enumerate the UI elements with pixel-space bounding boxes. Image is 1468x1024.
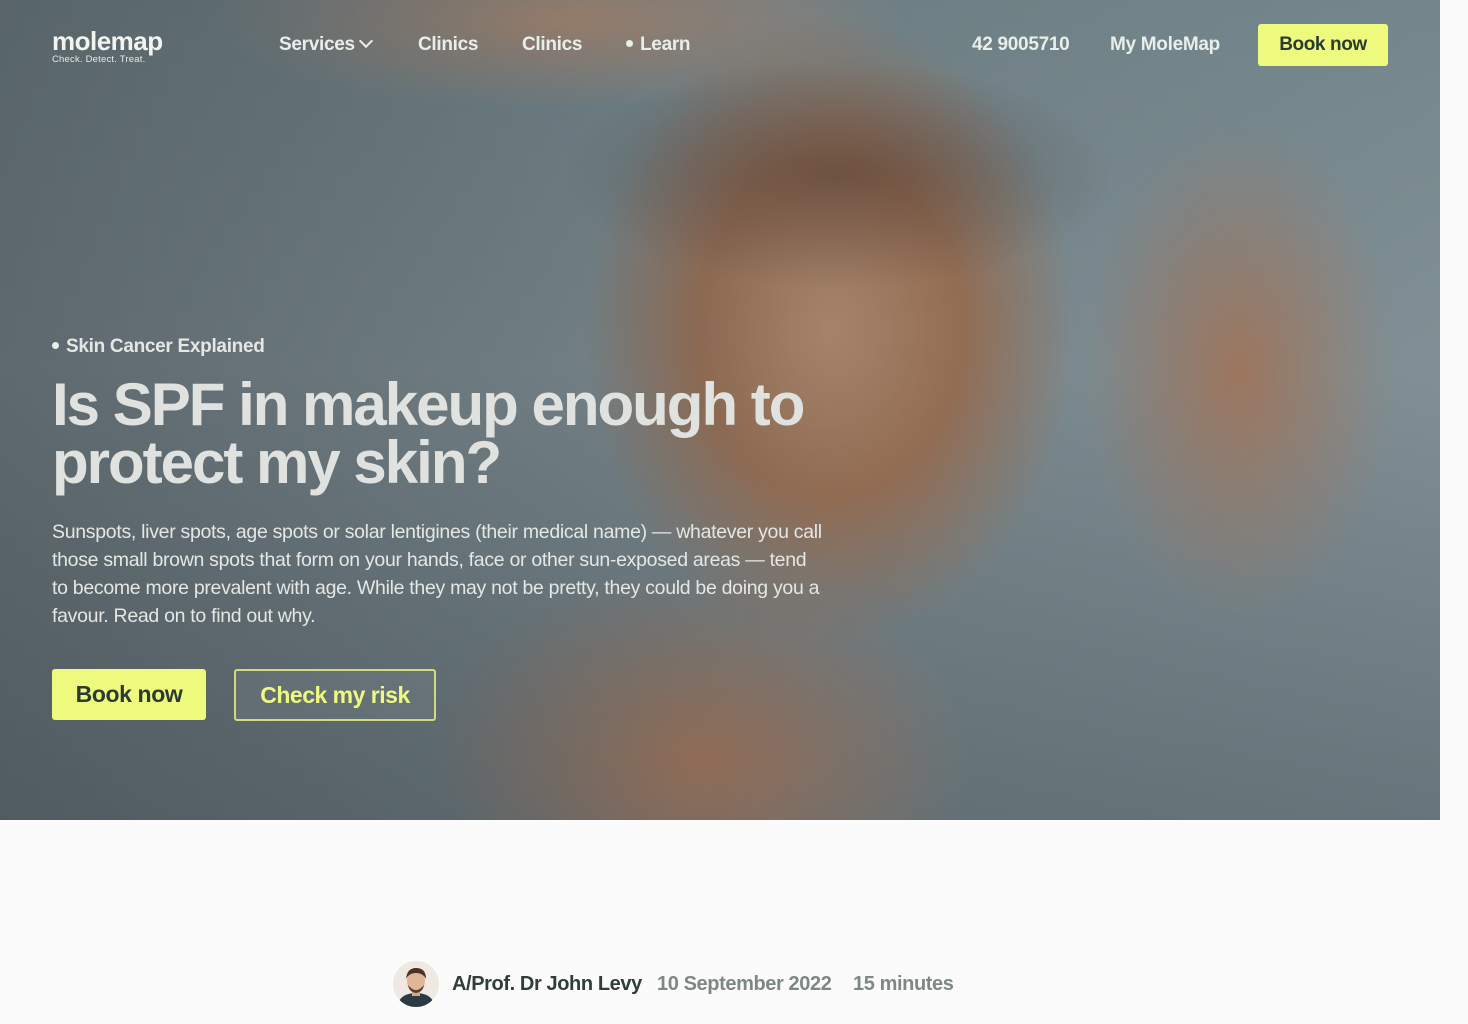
check-my-risk-label: Check my risk bbox=[260, 681, 410, 708]
molemap-logo[interactable]: molemap Check. Detect. Treat. bbox=[52, 28, 163, 65]
byline-author: A/Prof. Dr John Levy bbox=[452, 973, 642, 995]
hero-section: molemap Check. Detect. Treat. Services C… bbox=[0, 0, 1440, 820]
phone-number: 42 9005710 bbox=[972, 34, 1070, 55]
check-my-risk-button[interactable]: Check my risk bbox=[234, 669, 436, 721]
nav-services[interactable]: Services bbox=[279, 33, 373, 56]
nav-clinics-label: Clinics bbox=[418, 34, 479, 55]
active-dot-icon bbox=[626, 40, 633, 47]
nav-clinics[interactable]: Clinics bbox=[418, 34, 479, 56]
byline-date: 10 September 2022 bbox=[657, 973, 832, 995]
chevron-down-icon bbox=[358, 33, 373, 49]
my-molemap-label: My MoleMap bbox=[1110, 34, 1220, 55]
my-molemap-link[interactable]: My MoleMap bbox=[1110, 34, 1220, 56]
logo-wordmark: molemap bbox=[52, 26, 163, 56]
nav-clinics-2-label: Clinics bbox=[522, 34, 583, 55]
nav-learn[interactable]: Learn bbox=[626, 34, 691, 56]
article-category-label: Skin Cancer Explained bbox=[66, 336, 265, 357]
byline-read-time: 15 minutes bbox=[853, 973, 954, 995]
nav-services-label: Services bbox=[279, 34, 355, 55]
phone-link[interactable]: 42 9005710 bbox=[972, 34, 1070, 56]
avatar bbox=[393, 961, 439, 1007]
header-book-now-button[interactable]: Book now bbox=[1258, 24, 1388, 66]
article-category: Skin Cancer Explained bbox=[52, 336, 265, 358]
hero-book-now-button[interactable]: Book now bbox=[52, 669, 206, 720]
nav-clinics-2[interactable]: Clinics bbox=[522, 34, 583, 56]
header-book-now-label: Book now bbox=[1279, 34, 1367, 55]
author-portrait-icon bbox=[393, 961, 439, 1007]
page-title: Is SPF in makeup enough to protect my sk… bbox=[52, 371, 805, 496]
category-dot-icon bbox=[52, 342, 59, 349]
nav-learn-label: Learn bbox=[640, 34, 691, 55]
hero-lead: Sunspots, liver spots, age spots or sola… bbox=[52, 521, 822, 627]
hero-book-now-label: Book now bbox=[75, 681, 183, 707]
